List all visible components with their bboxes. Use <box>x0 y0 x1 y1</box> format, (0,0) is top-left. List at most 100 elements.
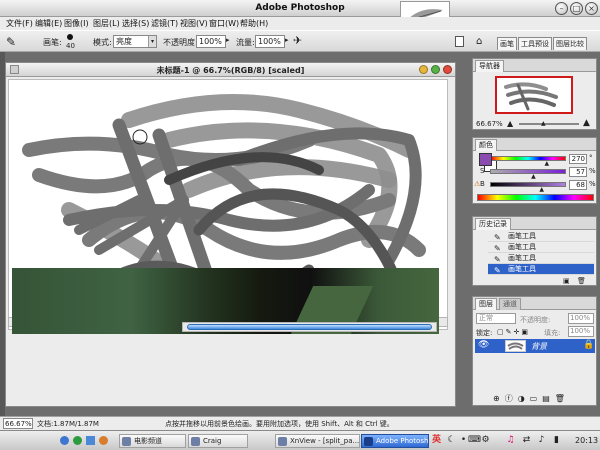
zoom-out-icon[interactable]: ▲ <box>507 119 513 128</box>
brush-tool-icon[interactable]: ✎ <box>6 35 16 49</box>
zoom-slider[interactable] <box>519 123 579 125</box>
maximize-button[interactable]: □ <box>570 2 583 15</box>
tab-history[interactable]: 历史记录 <box>475 218 511 230</box>
tools-icon[interactable]: ⚙ <box>480 435 491 446</box>
layer-row[interactable]: 👁 背景 🔒 <box>475 339 595 353</box>
menu-view[interactable]: 视图(V) <box>180 18 208 29</box>
navigator-preview[interactable] <box>495 76 573 114</box>
music-icon[interactable]: ♫ <box>505 435 516 446</box>
zoom-slider-thumb[interactable]: ▲ <box>541 120 546 127</box>
navigator-zoom: 66.67% <box>476 120 503 128</box>
flow-input[interactable]: 100% <box>255 35 285 48</box>
flow-arrow-icon[interactable]: ▸ <box>285 36 289 44</box>
color-ramp[interactable] <box>477 194 594 201</box>
menu-window[interactable]: 窗口(W) <box>209 18 239 29</box>
tab-navigator[interactable]: 导航器 <box>475 60 504 72</box>
battery-icon[interactable]: ▮ <box>551 435 562 446</box>
history-item-selected[interactable]: ✎ 画笔工具 <box>488 264 594 275</box>
fill-value[interactable]: 100% <box>568 326 594 337</box>
tab-layer-comps[interactable]: 图层比较 <box>553 37 587 50</box>
lock-icon: 🔒 <box>583 340 595 350</box>
doc-maximize-button[interactable] <box>431 65 440 74</box>
brush-preview-icon[interactable] <box>67 34 73 40</box>
keyboard-icon[interactable]: ⌨ <box>468 435 481 446</box>
saturation-unit: % <box>589 167 596 175</box>
menu-file[interactable]: 文件(F) <box>6 18 33 29</box>
menu-filter[interactable]: 滤镜(T) <box>151 18 178 29</box>
new-snapshot-icon[interactable]: ▣ <box>563 277 570 285</box>
photo-scroll-thumb[interactable] <box>187 324 432 330</box>
task-label: XnView - [split_pa... <box>290 437 360 445</box>
layer-opacity-label: 不透明度: <box>520 316 551 324</box>
brightness-value[interactable]: 68 <box>569 180 587 190</box>
opacity-arrow-icon[interactable]: ▸ <box>226 36 230 44</box>
toggle-palettes-icon[interactable]: ⌂ <box>476 36 482 47</box>
layer-action-icons[interactable]: ⊕ⓕ◑▭▤🗑 <box>493 393 570 404</box>
menu-edit[interactable]: 编辑(E) <box>35 18 62 29</box>
history-item[interactable]: ✎ 画笔工具 <box>488 231 594 242</box>
color-panel: 颜色 H ▲ 270 ° S ▲ 57 % ⚠ B ▲ 68 % <box>472 137 597 204</box>
mode-label: 模式: <box>93 38 112 47</box>
saturation-slider[interactable]: ▲ <box>490 169 566 180</box>
airbrush-icon[interactable]: ✈ <box>293 34 302 47</box>
doc-close-button[interactable] <box>443 65 452 74</box>
hue-slider[interactable]: ▲ <box>490 156 566 167</box>
task-label: Adobe Photoshop <box>376 437 429 445</box>
navigator-view-box[interactable] <box>495 76 573 114</box>
saturation-value[interactable]: 57 <box>569 167 587 177</box>
color-tabs: 颜色 <box>473 138 596 151</box>
layer-opacity-value[interactable]: 100% <box>568 313 594 324</box>
photo-scrollbar[interactable] <box>182 322 437 332</box>
task-icon <box>122 437 131 446</box>
network-icon[interactable]: ⇄ <box>521 435 532 446</box>
blend-mode-value: 正常 <box>479 314 493 322</box>
eye-icon[interactable]: 👁 <box>478 340 489 350</box>
moon-icon[interactable]: ☾ <box>446 435 457 446</box>
hue-value[interactable]: 270 <box>569 154 587 164</box>
history-item[interactable]: ✎ 画笔工具 <box>488 253 594 264</box>
tab-brushes[interactable]: 画笔 <box>497 37 517 50</box>
minimize-button[interactable]: – <box>555 2 568 15</box>
hue-unit: ° <box>589 154 593 162</box>
task-item[interactable]: Craig <box>188 434 248 448</box>
brightness-slider[interactable]: ▲ <box>490 182 566 193</box>
mode-select[interactable]: 亮度 ▾ <box>113 35 157 48</box>
close-button[interactable]: × <box>585 2 598 15</box>
mode-value: 亮度 <box>116 37 132 46</box>
browser-icon[interactable] <box>60 436 69 445</box>
menu-select[interactable]: 选择(S) <box>122 18 149 29</box>
tab-channels[interactable]: 通道 <box>499 298 521 310</box>
trash-icon[interactable]: 🗑 <box>577 277 586 285</box>
foreground-swatch[interactable] <box>479 153 492 166</box>
opacity-input[interactable]: 100% <box>196 35 226 48</box>
document-window: 未标题-1 @ 66.7%(RGB/8) [scaled] <box>5 62 456 407</box>
blend-mode-select[interactable]: 正常 <box>476 313 516 324</box>
doc-minimize-button[interactable] <box>419 65 428 74</box>
volume-icon[interactable]: ♪ <box>536 435 547 446</box>
tab-color[interactable]: 颜色 <box>475 139 497 151</box>
task-item[interactable]: 电影频道 <box>119 434 186 448</box>
ime-indicator[interactable]: 英 <box>431 435 442 446</box>
task-item-active[interactable]: Adobe Photoshop <box>361 434 429 448</box>
task-item[interactable]: XnView - [split_pa... <box>275 434 360 448</box>
history-item[interactable]: ✎ 画笔工具 <box>488 242 594 253</box>
menu-help[interactable]: 帮助(H) <box>240 18 268 29</box>
task-label: 电影频道 <box>134 437 162 445</box>
zoom-in-icon[interactable]: ▲ <box>583 118 590 128</box>
tab-layers[interactable]: 图层 <box>475 298 497 310</box>
clock: 20:13 <box>575 436 599 445</box>
file-browser-icon[interactable] <box>455 36 464 47</box>
app-title: Adobe Photoshop <box>255 3 345 13</box>
quicklaunch-icon[interactable] <box>99 436 108 445</box>
desktop-icon[interactable] <box>86 436 95 445</box>
slider-thumb[interactable]: ▲ <box>539 187 544 193</box>
task-icon <box>191 437 200 446</box>
tab-tool-presets[interactable]: 工具预设 <box>518 37 552 50</box>
menu-image[interactable]: 图像(I) <box>64 18 89 29</box>
zoom-field[interactable]: 66.67% <box>3 418 33 429</box>
menu-layer[interactable]: 图层(L) <box>93 18 120 29</box>
lock-icons[interactable]: ▢✎✛▣ <box>497 328 530 336</box>
brightness-label: B <box>480 180 485 188</box>
media-icon[interactable] <box>73 436 82 445</box>
history-item-label: 画笔工具 <box>508 265 536 273</box>
